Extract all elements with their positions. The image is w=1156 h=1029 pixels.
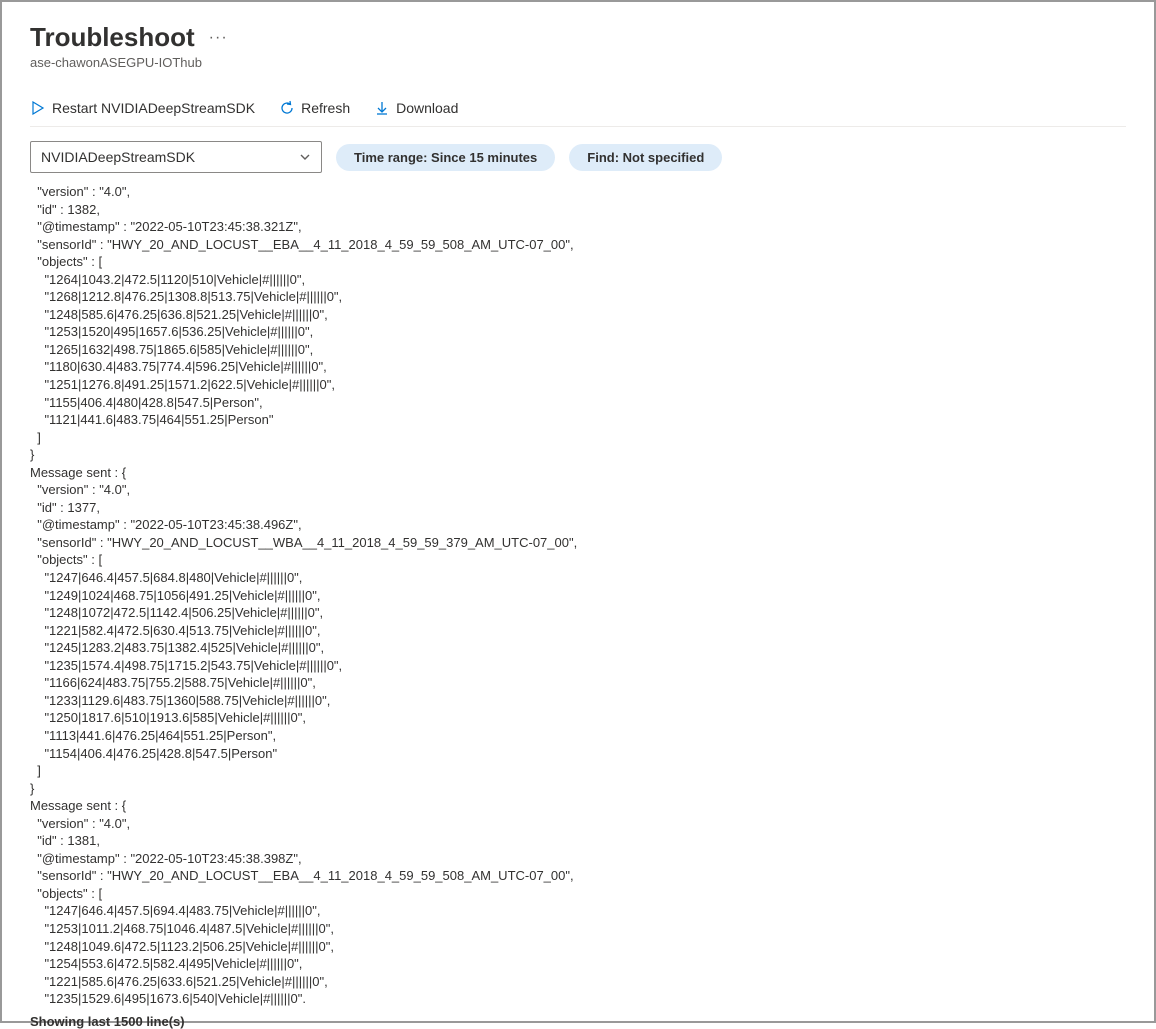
toolbar: Restart NVIDIADeepStreamSDK Refresh Down… — [30, 100, 1126, 127]
find-pill[interactable]: Find: Not specified — [569, 144, 722, 171]
module-dropdown[interactable]: NVIDIADeepStreamSDK — [30, 141, 322, 173]
page-subtitle: ase-chawonASEGPU-IOThub — [30, 55, 1126, 70]
footer-status: Showing last 1500 line(s) — [30, 1014, 1126, 1029]
download-label: Download — [396, 100, 458, 116]
refresh-icon — [279, 100, 295, 116]
time-range-pill[interactable]: Time range: Since 15 minutes — [336, 144, 555, 171]
chevron-down-icon — [299, 151, 311, 163]
header: Troubleshoot ··· — [30, 22, 1126, 53]
refresh-button[interactable]: Refresh — [279, 100, 350, 116]
download-button[interactable]: Download — [374, 100, 458, 116]
more-icon[interactable]: ··· — [209, 29, 228, 47]
page-title: Troubleshoot — [30, 22, 195, 53]
restart-label: Restart NVIDIADeepStreamSDK — [52, 100, 255, 116]
restart-button[interactable]: Restart NVIDIADeepStreamSDK — [30, 100, 255, 116]
troubleshoot-panel: Troubleshoot ··· ase-chawonASEGPU-IOThub… — [0, 0, 1156, 1023]
refresh-label: Refresh — [301, 100, 350, 116]
play-icon — [30, 100, 46, 116]
download-icon — [374, 100, 390, 116]
filter-row: NVIDIADeepStreamSDK Time range: Since 15… — [30, 141, 1126, 173]
log-output: "version" : "4.0", "id" : 1382, "@timest… — [30, 183, 1126, 1008]
dropdown-value: NVIDIADeepStreamSDK — [41, 149, 195, 165]
